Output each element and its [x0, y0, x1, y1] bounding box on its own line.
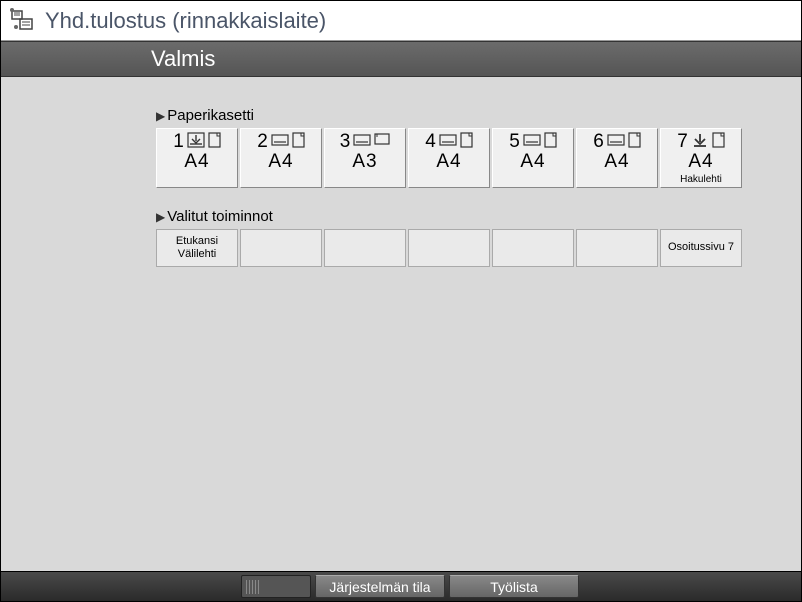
functions-header-label: Valitut toiminnot [167, 208, 273, 225]
tray-top: 1 [173, 131, 221, 153]
tray-number: 1 [173, 131, 184, 153]
system-status-label: Järjestelmän tila [329, 579, 430, 595]
tray-header-label: Paperikasetti [167, 107, 254, 124]
tray-level-icon [353, 132, 371, 153]
tray-size: A4 [604, 151, 629, 173]
job-list-button[interactable]: Työlista [449, 575, 579, 598]
func-line1: Etukansi [176, 235, 218, 248]
paper-tray-4[interactable]: 4A4 [408, 128, 490, 188]
tray-orient-icon [712, 132, 725, 153]
function-slot-2[interactable] [240, 229, 322, 267]
tray-number: 6 [593, 131, 604, 153]
tray-level-icon [691, 132, 709, 153]
titlebar: Yhd.tulostus (rinnakkaislaite) [1, 1, 801, 41]
bottom-spacer [1, 572, 239, 601]
func-line2: Välilehti [178, 248, 217, 261]
tray-subtext: Hakulehti [680, 174, 722, 185]
tray-level-icon [187, 132, 205, 153]
bottom-bar: Järjestelmän tila Työlista [1, 571, 801, 601]
tray-level-icon [607, 132, 625, 153]
tray-orient-icon [374, 132, 390, 152]
tray-section: Paperikasetti 1A42A43A34A45A46A47A4Hakul… [156, 107, 801, 188]
paper-tray-1[interactable]: 1A4 [156, 128, 238, 188]
paper-tray-5[interactable]: 5A4 [492, 128, 574, 188]
bottom-fill [581, 572, 801, 601]
tray-number: 2 [257, 131, 268, 153]
status-text: Valmis [151, 46, 215, 72]
tray-orient-icon [460, 132, 473, 153]
printer-icon [9, 7, 37, 35]
tray-top: 7 [677, 131, 725, 153]
paper-tray-3[interactable]: 3A3 [324, 128, 406, 188]
tray-number: 7 [677, 131, 688, 153]
tray-orient-icon [628, 132, 641, 153]
tray-size: A4 [268, 151, 293, 173]
tray-size: A4 [436, 151, 461, 173]
content-area: Paperikasetti 1A42A43A34A45A46A47A4Hakul… [1, 77, 801, 571]
tray-orient-icon [208, 132, 221, 153]
tray-orient-icon [292, 132, 305, 153]
function-slot-3[interactable] [324, 229, 406, 267]
function-slot-7[interactable]: Osoitussivu 7 [660, 229, 742, 267]
function-slot-1[interactable]: EtukansiVälilehti [156, 229, 238, 267]
tray-size: A4 [520, 151, 545, 173]
tray-level-icon [439, 132, 457, 153]
app-window: Yhd.tulostus (rinnakkaislaite) Valmis Pa… [0, 0, 802, 602]
tray-row: 1A42A43A34A45A46A47A4Hakulehti [156, 128, 801, 188]
tray-top: 2 [257, 131, 305, 153]
tray-top: 4 [425, 131, 473, 153]
functions-header: Valitut toiminnot [156, 208, 801, 225]
paper-tray-7[interactable]: 7A4Hakulehti [660, 128, 742, 188]
function-slot-6[interactable] [576, 229, 658, 267]
tray-header: Paperikasetti [156, 107, 801, 124]
tray-level-icon [271, 132, 289, 153]
tray-size: A4 [184, 151, 209, 173]
activity-indicator [241, 575, 311, 598]
job-list-label: Työlista [490, 579, 537, 595]
status-bar: Valmis [1, 41, 801, 77]
tray-number: 5 [509, 131, 520, 153]
paper-tray-6[interactable]: 6A4 [576, 128, 658, 188]
paper-tray-2[interactable]: 2A4 [240, 128, 322, 188]
function-slot-5[interactable] [492, 229, 574, 267]
functions-row: EtukansiVälilehti Osoitussivu 7 [156, 229, 801, 267]
function-slot-4[interactable] [408, 229, 490, 267]
tray-size: A4 [688, 151, 713, 173]
window-title: Yhd.tulostus (rinnakkaislaite) [45, 8, 326, 34]
tray-level-icon [523, 132, 541, 153]
tray-size: A3 [352, 151, 377, 173]
tray-top: 5 [509, 131, 557, 153]
func-line1: Osoitussivu 7 [668, 241, 734, 254]
tray-number: 3 [340, 131, 351, 153]
tray-orient-icon [544, 132, 557, 153]
tray-top: 6 [593, 131, 641, 153]
system-status-button[interactable]: Järjestelmän tila [315, 575, 445, 598]
tray-number: 4 [425, 131, 436, 153]
tray-top: 3 [340, 131, 391, 153]
functions-section: Valitut toiminnot EtukansiVälilehti Osoit… [156, 208, 801, 267]
